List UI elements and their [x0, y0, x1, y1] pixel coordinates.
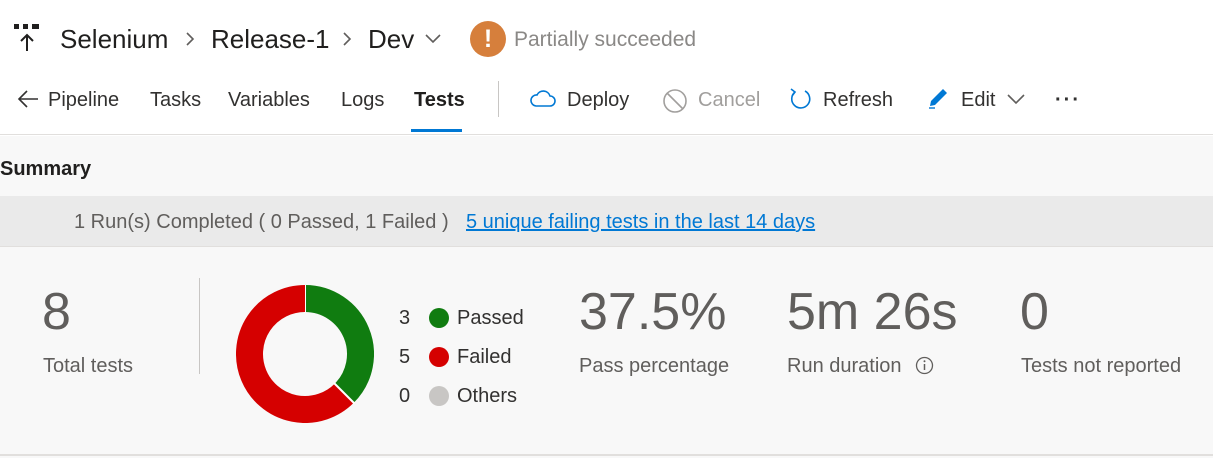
others-label: Others	[457, 385, 518, 407]
back-arrow-icon[interactable]	[16, 88, 40, 110]
active-tab-indicator	[411, 129, 462, 132]
donut-slice-passed	[304, 285, 374, 403]
run-summary-bar: 1 Run(s) Completed ( 0 Passed, 1 Failed …	[0, 196, 1213, 247]
failing-tests-link[interactable]: 5 unique failing tests in the last 14 da…	[466, 209, 815, 235]
tab-logs[interactable]: Logs	[341, 86, 384, 114]
test-results-donut-chart	[236, 285, 374, 423]
tests-not-reported-label: Tests not reported	[1021, 355, 1182, 377]
refresh-button[interactable]: Refresh	[823, 86, 893, 114]
others-dot-icon	[429, 386, 449, 406]
failed-dot-icon	[429, 347, 449, 367]
pass-percentage-label: Pass percentage	[579, 355, 730, 377]
run-duration-label: Run duration	[787, 355, 902, 377]
cancel-button[interactable]: Cancel	[698, 86, 760, 114]
passed-label: Passed	[457, 307, 524, 329]
toolbar: Pipeline Tasks Variables Logs Tests Depl…	[0, 78, 1213, 135]
passed-dot-icon	[429, 308, 449, 328]
chevron-right-icon	[186, 32, 195, 46]
passed-count: 3	[399, 307, 411, 329]
info-icon[interactable]	[915, 356, 934, 375]
pipeline-icon	[14, 24, 39, 51]
run-duration-value: 5m 26s	[787, 283, 958, 341]
back-to-pipeline-link[interactable]: Pipeline	[48, 86, 119, 114]
cloud-icon	[530, 90, 556, 107]
failed-count: 5	[399, 346, 411, 368]
breadcrumb-pipeline[interactable]: Selenium	[60, 22, 168, 56]
edit-icon	[929, 89, 947, 109]
total-tests-value: 8	[42, 283, 71, 341]
tab-tasks[interactable]: Tasks	[150, 86, 201, 114]
failed-label: Failed	[457, 346, 512, 368]
runs-completed-text: 1 Run(s) Completed ( 0 Passed, 1 Failed …	[74, 211, 449, 233]
toolbar-divider	[498, 81, 499, 117]
more-actions-button[interactable]: ···	[1055, 86, 1081, 114]
summary-title: Summary	[0, 158, 92, 180]
tab-tests[interactable]: Tests	[414, 86, 465, 114]
test-stats-panel: 8 Total tests 3 Passed 5 Failed 0 Others…	[0, 248, 1213, 456]
warning-status-icon: !	[470, 21, 506, 57]
deploy-button[interactable]: Deploy	[567, 86, 629, 114]
breadcrumb-release[interactable]: Release-1	[211, 22, 330, 56]
breadcrumb-stage[interactable]: Dev	[368, 22, 414, 56]
stats-divider	[199, 278, 200, 374]
tests-not-reported-value: 0	[1020, 283, 1049, 341]
others-count: 0	[399, 385, 411, 407]
chevron-down-icon[interactable]	[424, 31, 442, 45]
status-text: Partially succeeded	[514, 28, 697, 51]
pass-percentage-value: 37.5%	[579, 283, 727, 341]
release-header: Selenium Release-1 Dev ! Partially succe…	[0, 0, 1213, 78]
chevron-right-icon	[343, 32, 352, 46]
refresh-icon	[790, 88, 811, 109]
total-tests-label: Total tests	[43, 355, 134, 377]
chevron-down-icon[interactable]	[1006, 92, 1026, 106]
tab-variables[interactable]: Variables	[228, 86, 310, 114]
edit-button[interactable]: Edit	[961, 86, 995, 114]
tests-content: Summary 1 Run(s) Completed ( 0 Passed, 1…	[0, 136, 1213, 458]
cancel-icon	[663, 89, 687, 113]
